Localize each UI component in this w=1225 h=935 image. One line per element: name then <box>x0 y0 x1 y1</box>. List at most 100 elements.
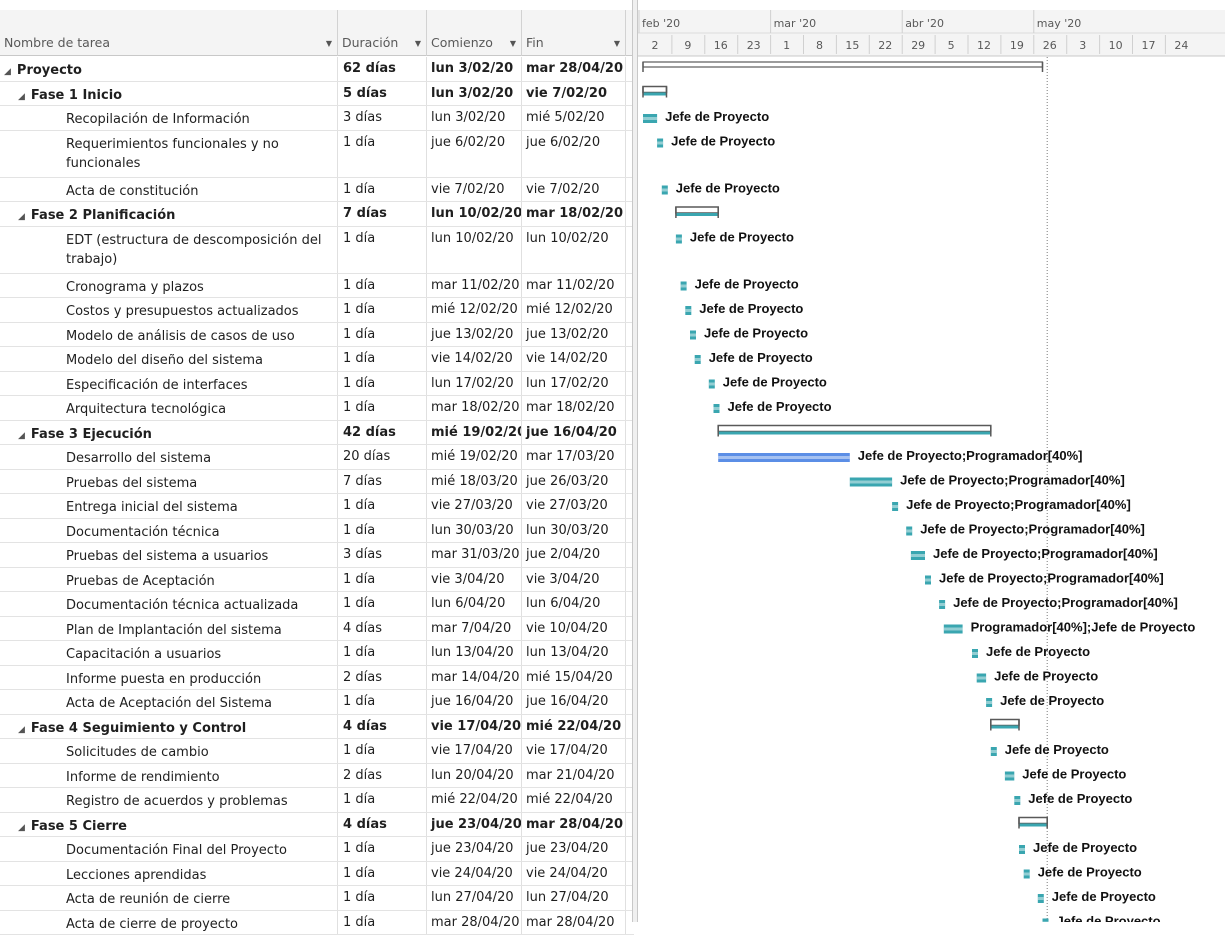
task-row[interactable]: Solicitudes de cambio1 díavie 17/04/20vi… <box>0 739 634 764</box>
summary-task-row[interactable]: ◢Fase 3 Ejecución42 díasmié 19/02/20jue … <box>0 421 634 446</box>
task-duration-cell[interactable]: 3 días <box>338 543 427 567</box>
task-name-cell[interactable]: ◢Fase 1 Inicio <box>0 82 338 106</box>
task-end-cell[interactable]: mar 28/04/20 <box>522 911 626 935</box>
task-name-cell[interactable]: Costos y presupuestos actualizados <box>0 298 338 322</box>
task-start-cell[interactable]: mar 11/02/20 <box>427 274 522 298</box>
task-row[interactable]: Capacitación a usuarios1 díalun 13/04/20… <box>0 641 634 666</box>
task-duration-cell[interactable]: 2 días <box>338 666 427 690</box>
task-row[interactable]: Pruebas de Aceptación1 díavie 3/04/20vie… <box>0 568 634 593</box>
task-end-cell[interactable]: jue 2/04/20 <box>522 543 626 567</box>
task-row[interactable]: Informe de rendimiento2 díaslun 20/04/20… <box>0 764 634 789</box>
task-duration-cell[interactable]: 1 día <box>338 396 427 420</box>
task-name-cell[interactable]: Acta de Aceptación del Sistema <box>0 690 338 714</box>
column-header-duration[interactable]: Duración ▼ <box>338 10 427 56</box>
task-row[interactable]: EDT (estructura de descomposición del tr… <box>0 227 634 274</box>
task-row[interactable]: Costos y presupuestos actualizados1 díam… <box>0 298 634 323</box>
task-duration-cell[interactable]: 1 día <box>338 886 427 910</box>
task-start-cell[interactable]: jue 13/02/20 <box>427 323 522 347</box>
task-row[interactable]: Modelo del diseño del sistema1 díavie 14… <box>0 347 634 372</box>
column-header-end[interactable]: Fin ▼ <box>522 10 626 56</box>
task-start-cell[interactable]: mié 19/02/20 <box>427 421 522 445</box>
task-start-cell[interactable]: vie 14/02/20 <box>427 347 522 371</box>
filter-dropdown-icon[interactable]: ▼ <box>415 39 421 48</box>
task-start-cell[interactable]: mié 22/04/20 <box>427 788 522 812</box>
collapse-toggle-icon[interactable]: ◢ <box>4 63 11 81</box>
task-name-cell[interactable]: Acta de constitución <box>0 178 338 202</box>
task-name-cell[interactable]: Entrega inicial del sistema <box>0 494 338 518</box>
task-row[interactable]: Acta de constitución1 díavie 7/02/20vie … <box>0 178 634 203</box>
task-end-cell[interactable]: lun 27/04/20 <box>522 886 626 910</box>
task-start-cell[interactable]: jue 16/04/20 <box>427 690 522 714</box>
task-name-cell[interactable]: Solicitudes de cambio <box>0 739 338 763</box>
summary-task-row[interactable]: ◢Fase 4 Seguimiento y Control4 díasvie 1… <box>0 715 634 740</box>
filter-dropdown-icon[interactable]: ▼ <box>326 39 332 48</box>
task-row[interactable]: Lecciones aprendidas1 díavie 24/04/20vie… <box>0 862 634 887</box>
task-name-cell[interactable]: Lecciones aprendidas <box>0 862 338 886</box>
task-duration-cell[interactable]: 7 días <box>338 202 427 226</box>
task-duration-cell[interactable]: 2 días <box>338 764 427 788</box>
task-name-cell[interactable]: Desarrollo del sistema <box>0 445 338 469</box>
task-start-cell[interactable]: vie 27/03/20 <box>427 494 522 518</box>
task-row[interactable]: Arquitectura tecnológica1 díamar 18/02/2… <box>0 396 634 421</box>
task-end-cell[interactable]: vie 10/04/20 <box>522 617 626 641</box>
task-start-cell[interactable]: mar 7/04/20 <box>427 617 522 641</box>
task-start-cell[interactable]: mié 18/03/20 <box>427 470 522 494</box>
task-start-cell[interactable]: mié 12/02/20 <box>427 298 522 322</box>
collapse-toggle-icon[interactable]: ◢ <box>18 208 25 226</box>
task-end-cell[interactable]: jue 13/02/20 <box>522 323 626 347</box>
task-start-cell[interactable]: lun 27/04/20 <box>427 886 522 910</box>
task-end-cell[interactable]: vie 17/04/20 <box>522 739 626 763</box>
task-start-cell[interactable]: lun 3/02/20 <box>427 106 522 130</box>
task-name-cell[interactable]: Cronograma y plazos <box>0 274 338 298</box>
task-duration-cell[interactable]: 1 día <box>338 641 427 665</box>
task-name-cell[interactable]: Informe de rendimiento <box>0 764 338 788</box>
task-name-cell[interactable]: ◢Fase 5 Cierre <box>0 813 338 837</box>
task-row[interactable]: Documentación Final del Proyecto1 díajue… <box>0 837 634 862</box>
task-name-cell[interactable]: Pruebas del sistema <box>0 470 338 494</box>
task-duration-cell[interactable]: 1 día <box>338 274 427 298</box>
task-name-cell[interactable]: Recopilación de Información <box>0 106 338 130</box>
task-start-cell[interactable]: mar 31/03/20 <box>427 543 522 567</box>
task-row[interactable]: Pruebas del sistema7 díasmié 18/03/20jue… <box>0 470 634 495</box>
task-start-cell[interactable]: lun 17/02/20 <box>427 372 522 396</box>
task-name-cell[interactable]: EDT (estructura de descomposición del tr… <box>0 227 338 273</box>
task-name-cell[interactable]: Pruebas del sistema a usuarios <box>0 543 338 567</box>
filter-dropdown-icon[interactable]: ▼ <box>510 39 516 48</box>
task-start-cell[interactable]: mié 19/02/20 <box>427 445 522 469</box>
task-end-cell[interactable]: mié 22/04/20 <box>522 715 626 739</box>
task-start-cell[interactable]: vie 17/04/20 <box>427 739 522 763</box>
task-duration-cell[interactable]: 1 día <box>338 323 427 347</box>
task-start-cell[interactable]: mar 18/02/20 <box>427 396 522 420</box>
summary-task-row[interactable]: ◢Fase 5 Cierre4 díasjue 23/04/20mar 28/0… <box>0 813 634 838</box>
task-start-cell[interactable]: vie 7/02/20 <box>427 178 522 202</box>
summary-task-row[interactable]: ◢Fase 2 Planificación7 díaslun 10/02/20m… <box>0 202 634 227</box>
task-duration-cell[interactable]: 20 días <box>338 445 427 469</box>
task-name-cell[interactable]: ◢Fase 2 Planificación <box>0 202 338 226</box>
task-start-cell[interactable]: mar 28/04/20 <box>427 911 522 935</box>
task-duration-cell[interactable]: 1 día <box>338 837 427 861</box>
task-end-cell[interactable]: mié 22/04/20 <box>522 788 626 812</box>
task-duration-cell[interactable]: 1 día <box>338 568 427 592</box>
collapse-toggle-icon[interactable]: ◢ <box>18 427 25 445</box>
task-end-cell[interactable]: vie 7/02/20 <box>522 178 626 202</box>
task-duration-cell[interactable]: 42 días <box>338 421 427 445</box>
task-end-cell[interactable]: jue 16/04/20 <box>522 690 626 714</box>
task-name-cell[interactable]: Registro de acuerdos y problemas <box>0 788 338 812</box>
task-name-cell[interactable]: Documentación técnica actualizada <box>0 592 338 616</box>
task-start-cell[interactable]: jue 6/02/20 <box>427 131 522 177</box>
task-start-cell[interactable]: lun 3/02/20 <box>427 57 522 81</box>
task-end-cell[interactable]: vie 24/04/20 <box>522 862 626 886</box>
task-duration-cell[interactable]: 1 día <box>338 131 427 177</box>
task-name-cell[interactable]: ◢Fase 4 Seguimiento y Control <box>0 715 338 739</box>
task-name-cell[interactable]: Documentación técnica <box>0 519 338 543</box>
task-name-cell[interactable]: Capacitación a usuarios <box>0 641 338 665</box>
task-row[interactable]: Modelo de análisis de casos de uso1 díaj… <box>0 323 634 348</box>
task-end-cell[interactable]: vie 3/04/20 <box>522 568 626 592</box>
task-duration-cell[interactable]: 4 días <box>338 813 427 837</box>
task-start-cell[interactable]: lun 10/02/20 <box>427 202 522 226</box>
task-name-cell[interactable]: Documentación Final del Proyecto <box>0 837 338 861</box>
task-duration-cell[interactable]: 1 día <box>338 494 427 518</box>
collapse-toggle-icon[interactable]: ◢ <box>18 721 25 739</box>
column-header-start[interactable]: Comienzo ▼ <box>427 10 522 56</box>
task-end-cell[interactable]: jue 16/04/20 <box>522 421 626 445</box>
